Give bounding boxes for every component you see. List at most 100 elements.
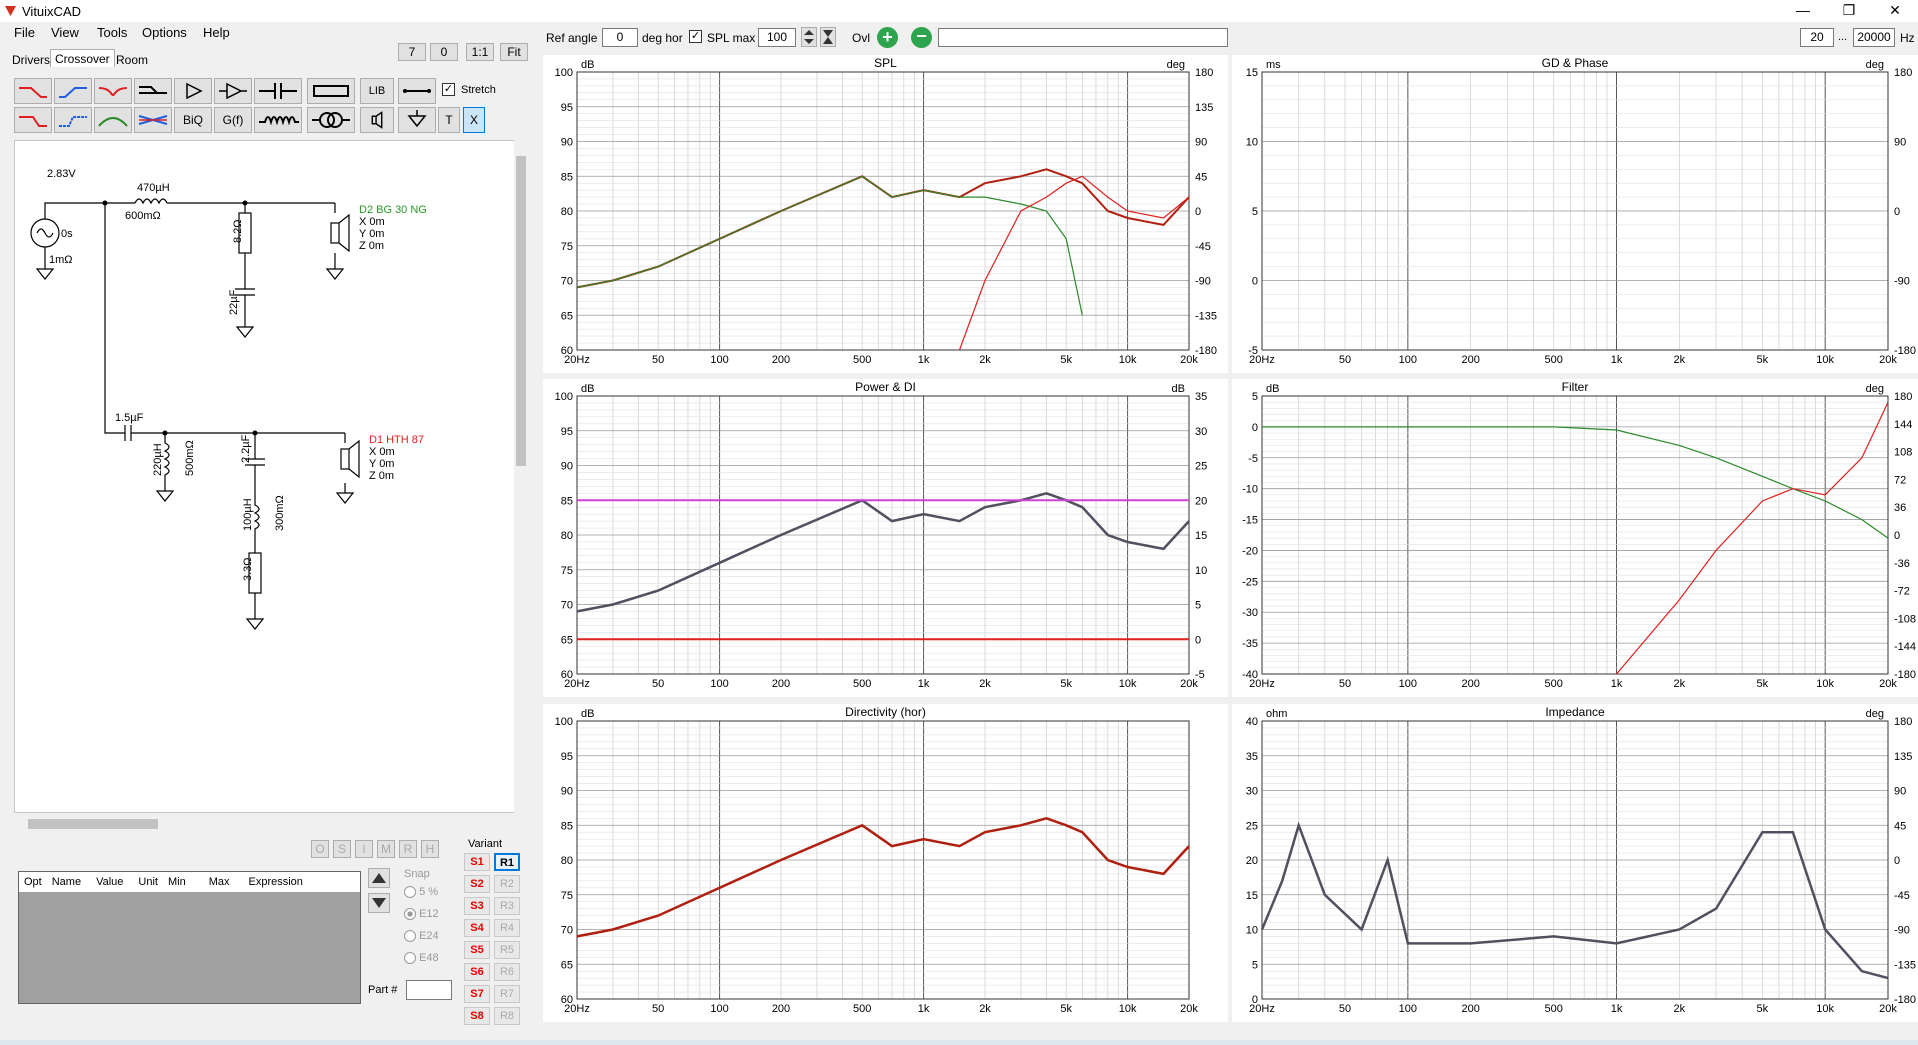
x-button[interactable]: X (463, 107, 485, 133)
snap-e24[interactable]: E24 (404, 930, 439, 943)
stretch-checkbox[interactable]: ✓ (442, 83, 455, 96)
imp-chart[interactable]: Impedanceohm deg4035302520151050180135904… (1232, 704, 1918, 1022)
variant-s2[interactable]: S2 (464, 875, 490, 893)
zoom-0-button[interactable]: 0 (430, 43, 458, 61)
spl-max-input[interactable]: 100 (758, 28, 796, 47)
zoom-7-button[interactable]: 7 (398, 43, 426, 61)
filter-chart[interactable]: FilterdB deg50-5-10-15-20-25-30-35-401801… (1232, 379, 1918, 697)
library-button[interactable]: LIB (360, 78, 394, 104)
minimize-button[interactable]: — (1780, 0, 1826, 22)
transformer-button[interactable] (307, 107, 355, 133)
variant-r5[interactable]: R5 (494, 941, 520, 959)
zoom-1-1-button[interactable]: 1:1 (466, 43, 494, 61)
highpass-1-button[interactable] (54, 78, 92, 104)
gd-chart[interactable]: GD & Phasems deg151050-5180900-90-18020Hz… (1232, 55, 1918, 373)
ground-button[interactable] (398, 107, 436, 133)
freq-max-input[interactable]: 20000 (1853, 28, 1895, 47)
gd-x-tick: 20Hz (1249, 354, 1275, 366)
d1-name: D1 HTH 87 (369, 434, 424, 446)
buffer-button[interactable] (214, 78, 252, 104)
opt-o-button[interactable]: O (311, 840, 329, 858)
variant-s7[interactable]: S7 (464, 985, 490, 1003)
snap-e12[interactable]: E12 (404, 908, 439, 921)
schematic-canvas[interactable]: 2.83V 0s 1mΩ 470µH 600mΩ 8.2Ω 22µF D2 BG… (14, 140, 524, 813)
menu-help[interactable]: Help (203, 25, 230, 40)
power-x-tick: 50 (652, 678, 664, 690)
variant-s8[interactable]: S8 (464, 1007, 490, 1025)
opt-h-button[interactable]: H (421, 840, 439, 858)
col-name: Name (51, 876, 82, 888)
driver-button[interactable] (360, 107, 394, 133)
resistor-button[interactable] (307, 78, 355, 104)
gd-x-tick: 1k (1611, 354, 1623, 366)
highpass-2-button[interactable] (54, 107, 92, 133)
imp-x-tick: 1k (1611, 1003, 1623, 1015)
bandpass-button[interactable] (94, 107, 132, 133)
move-down-button[interactable] (368, 893, 390, 913)
menu-tools[interactable]: Tools (97, 25, 127, 40)
filter-y2-tick: -144 (1894, 641, 1916, 653)
variant-r6[interactable]: R6 (494, 963, 520, 981)
overlay-add-icon[interactable]: + (877, 27, 898, 48)
snap-5pct[interactable]: 5 % (404, 886, 438, 899)
dir-chart[interactable]: Directivity (hor)dB100959085807570656020… (543, 704, 1228, 1022)
ref-angle-input[interactable]: 0 (602, 28, 638, 47)
schematic-vscroll[interactable] (514, 140, 528, 813)
variant-s4[interactable]: S4 (464, 919, 490, 937)
close-button[interactable]: ✕ (1872, 0, 1918, 22)
capacitor-button[interactable] (254, 78, 302, 104)
opt-i-button[interactable]: I (355, 840, 373, 858)
tab-room[interactable]: Room (112, 51, 152, 69)
menu-options[interactable]: Options (142, 25, 187, 40)
filter-y2-tick: -36 (1894, 558, 1910, 570)
overlay-select[interactable] (938, 28, 1228, 47)
variant-r3[interactable]: R3 (494, 897, 520, 915)
tab-drivers[interactable]: Drivers (8, 51, 54, 69)
variant-r4[interactable]: R4 (494, 919, 520, 937)
imp-y2-tick: 180 (1894, 716, 1912, 728)
lowpass-1-button[interactable] (14, 78, 52, 104)
variant-r8[interactable]: R8 (494, 1007, 520, 1025)
variant-s1[interactable]: S1 (464, 853, 490, 871)
snap-e48[interactable]: E48 (404, 952, 439, 965)
filter-x-tick: 500 (1545, 678, 1563, 690)
shelf-button[interactable] (134, 78, 172, 104)
lowpass-2-button[interactable] (14, 107, 52, 133)
opt-s-button[interactable]: S (333, 840, 351, 858)
opt-r-button[interactable]: R (399, 840, 417, 858)
spl-spinner[interactable] (801, 27, 817, 47)
biquad-button[interactable]: BiQ (174, 107, 212, 133)
zoom-fit-button[interactable]: Fit (500, 43, 528, 61)
variant-r7[interactable]: R7 (494, 985, 520, 1003)
maximize-button[interactable]: ❐ (1826, 0, 1872, 22)
spl-y2-tick: 180 (1195, 67, 1213, 79)
hourglass-button[interactable] (820, 27, 836, 47)
ovl-label: Ovl (852, 31, 870, 45)
spl-chart[interactable]: SPLdB deg100959085807570656018013590450-4… (543, 55, 1228, 373)
variant-s3[interactable]: S3 (464, 897, 490, 915)
gain-button[interactable] (174, 78, 212, 104)
text-button[interactable]: T (438, 107, 460, 133)
variant-s5[interactable]: S5 (464, 941, 490, 959)
notch-button[interactable] (94, 78, 132, 104)
wire-button[interactable] (398, 78, 436, 104)
variant-r1[interactable]: R1 (494, 853, 520, 871)
menu-file[interactable]: File (14, 25, 35, 40)
variant-s6[interactable]: S6 (464, 963, 490, 981)
inductor-button[interactable] (254, 107, 302, 133)
menu-view[interactable]: View (51, 25, 79, 40)
part-input[interactable] (406, 980, 452, 1000)
tab-crossover[interactable]: Crossover (50, 49, 115, 67)
variant-r2[interactable]: R2 (494, 875, 520, 893)
transfer-function-button[interactable]: G(f) (214, 107, 252, 133)
power-chart[interactable]: Power & DIdB dB10095908580757065603530252… (543, 379, 1228, 697)
spl-max-checkbox[interactable]: ✓ (689, 30, 702, 43)
overlay-remove-icon[interactable]: − (911, 27, 932, 48)
opt-m-button[interactable]: M (377, 840, 395, 858)
freq-min-input[interactable]: 20 (1800, 28, 1834, 47)
parameter-table[interactable]: Opt Name Value Unit Min Max Expression (18, 871, 361, 1004)
move-up-button[interactable] (368, 868, 390, 888)
schematic-hscroll[interactable] (14, 817, 514, 831)
filter-left-unit: dB (1266, 383, 1279, 395)
allpass-button[interactable] (134, 107, 172, 133)
